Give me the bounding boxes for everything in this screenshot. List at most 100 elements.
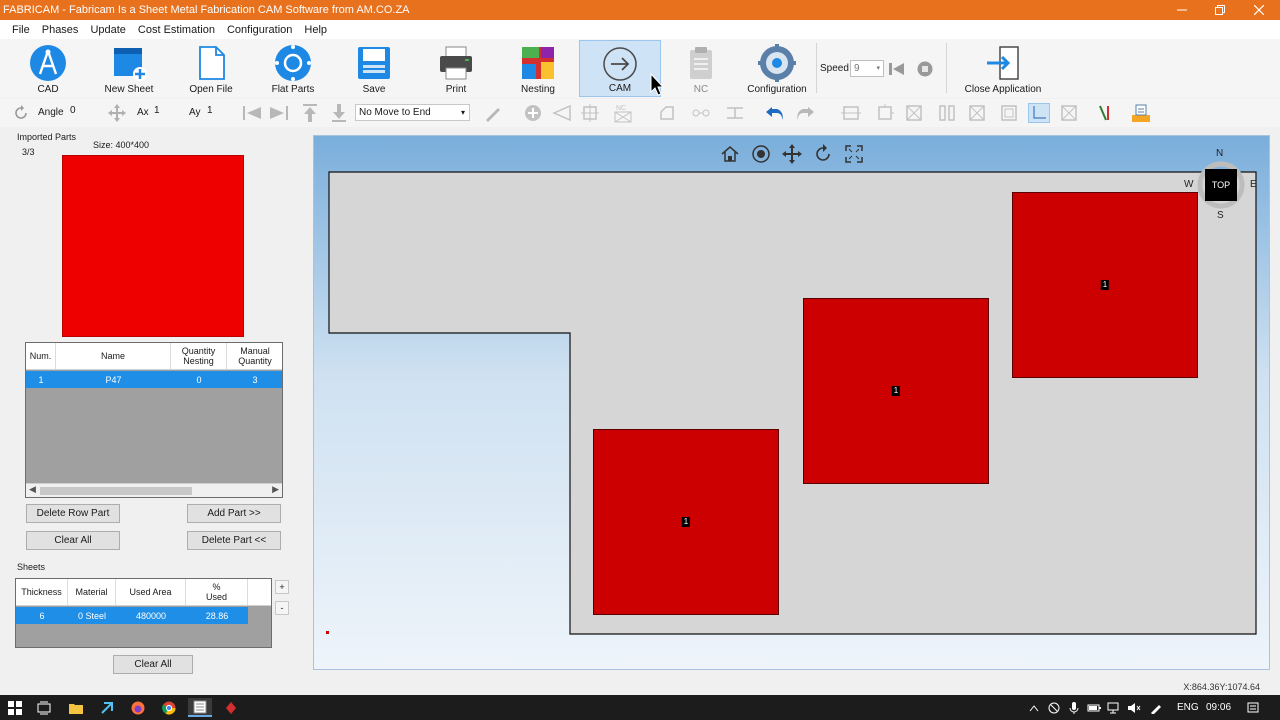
new-sheet-button[interactable]: New Sheet	[100, 40, 158, 97]
minimize-button[interactable]	[1163, 0, 1201, 20]
ax-input[interactable]: 1	[152, 105, 184, 120]
corner-cut-button[interactable]	[1028, 103, 1050, 123]
notifications-button[interactable]	[1242, 698, 1264, 717]
delete-part-button[interactable]: Delete Part <<	[187, 531, 281, 550]
lead-in-button[interactable]	[551, 103, 573, 123]
task-view-button[interactable]	[32, 698, 56, 717]
table-row[interactable]: 6 0 Steel 480000 28.86	[16, 607, 248, 624]
column-header[interactable]: Used Area	[116, 579, 186, 605]
column-header[interactable]: Thickness	[16, 579, 68, 605]
table-row[interactable]: 1 P47 0 3	[26, 371, 282, 388]
menu-update[interactable]: Update	[84, 24, 131, 36]
view-cube-top[interactable]: TOP	[1205, 169, 1237, 201]
tray-icon-4[interactable]	[1105, 698, 1123, 717]
angle-input[interactable]: 0	[68, 105, 100, 120]
move-up-button[interactable]	[299, 103, 321, 123]
start-button[interactable]	[3, 698, 27, 717]
micro-joint-button[interactable]	[724, 103, 746, 123]
tray-icon-1[interactable]	[1045, 698, 1063, 717]
delete-row-part-button[interactable]: Delete Row Part	[26, 504, 120, 523]
file-explorer-button[interactable]	[64, 698, 88, 717]
rewind-button[interactable]	[888, 60, 906, 77]
sheets-table-header: Thickness Material Used Area % Used	[16, 579, 271, 606]
corner-button[interactable]	[656, 103, 678, 123]
bridge-button[interactable]	[690, 103, 712, 123]
stop-button[interactable]	[916, 60, 934, 77]
column-header[interactable]: Manual Quantity	[227, 343, 283, 369]
column-header[interactable]: Quantity Nesting	[171, 343, 227, 369]
save-button[interactable]: Save	[352, 40, 396, 97]
configuration-button[interactable]: Configuration	[743, 40, 811, 97]
menu-phases[interactable]: Phases	[36, 24, 85, 36]
move-first-button[interactable]	[241, 103, 263, 123]
add-sheet-button[interactable]: +	[275, 580, 289, 594]
move-last-button[interactable]	[268, 103, 290, 123]
clock[interactable]: 09:06	[1206, 702, 1231, 713]
chevron-right-icon[interactable]: ▶	[272, 484, 279, 495]
nc-delete-button[interactable]: NC	[612, 103, 634, 123]
scrollbar-thumb[interactable]	[40, 487, 192, 495]
taskbar-app-button-2[interactable]	[219, 698, 243, 717]
menu-cost-estimation[interactable]: Cost Estimation	[132, 24, 221, 36]
column-header[interactable]: Material	[68, 579, 116, 605]
nesting-button[interactable]: Nesting	[514, 40, 562, 97]
vector-button[interactable]	[1094, 103, 1116, 123]
add-part-button[interactable]: Add Part >>	[187, 504, 281, 523]
cut-order-button[interactable]	[840, 103, 862, 123]
flat-parts-button[interactable]: Flat Parts	[266, 40, 320, 97]
tray-expand-button[interactable]	[1025, 698, 1043, 717]
speed-input[interactable]: 9 ▾	[850, 60, 884, 77]
report-button[interactable]	[1130, 103, 1152, 123]
column-header[interactable]: Num.	[26, 343, 56, 369]
nc-button[interactable]: NC	[684, 40, 718, 97]
frame-button[interactable]	[579, 103, 601, 123]
add-circle-button[interactable]	[522, 103, 544, 123]
pen-tray-button[interactable]	[1147, 698, 1165, 717]
drawing-canvas[interactable]: 1 1 1 N S W E TOP	[313, 135, 1270, 670]
horizontal-scrollbar[interactable]: ◀ ▶	[26, 483, 282, 497]
redo-button[interactable]	[794, 103, 816, 123]
menu-configuration[interactable]: Configuration	[221, 24, 298, 36]
move-button[interactable]	[106, 103, 128, 123]
volume-button[interactable]	[1125, 698, 1143, 717]
close-application-button[interactable]: Close Application	[960, 40, 1046, 97]
language-indicator[interactable]: ENG	[1177, 702, 1199, 713]
nested-part[interactable]: 1	[1012, 192, 1198, 378]
tray-icon-2[interactable]	[1065, 698, 1083, 717]
menu-file[interactable]: File	[0, 24, 36, 36]
cam-button[interactable]: CAM	[579, 40, 661, 97]
remove-cuts-button[interactable]	[903, 103, 925, 123]
cad-button[interactable]: CAD	[22, 40, 74, 97]
clear-all-sheets-button[interactable]: Clear All	[113, 655, 193, 674]
move-down-button[interactable]	[328, 103, 350, 123]
print-button[interactable]: Print	[434, 40, 478, 97]
nested-part[interactable]: 1	[593, 429, 779, 615]
column-header[interactable]: Name	[56, 343, 171, 369]
common-line-button[interactable]	[936, 103, 958, 123]
fabricam-taskbar-button[interactable]	[188, 698, 212, 717]
move-mode-select[interactable]: No Move to End ▾	[355, 104, 470, 121]
close-window-button[interactable]	[1240, 0, 1278, 20]
open-file-button[interactable]: Open File	[184, 40, 238, 97]
remove-common-button[interactable]	[966, 103, 988, 123]
chevron-left-icon[interactable]: ◀	[29, 484, 36, 495]
nested-part[interactable]: 1	[803, 298, 989, 484]
firefox-button[interactable]	[126, 698, 150, 717]
view-compass[interactable]: N S W E TOP	[1184, 148, 1257, 221]
remove-sheet-button[interactable]: -	[275, 601, 289, 615]
rotate-button[interactable]	[10, 103, 32, 123]
clear-all-parts-button[interactable]: Clear All	[26, 531, 120, 550]
imported-parts-label: Imported Parts	[17, 132, 77, 142]
delete-frame-button[interactable]	[1058, 103, 1080, 123]
reverse-button[interactable]	[874, 103, 896, 123]
chrome-button[interactable]	[157, 698, 181, 717]
taskbar-app-button[interactable]	[95, 698, 119, 717]
ay-input[interactable]: 1	[205, 105, 237, 120]
part-frame-button[interactable]	[998, 103, 1020, 123]
column-header[interactable]: % Used	[186, 579, 248, 605]
undo-button[interactable]	[764, 103, 786, 123]
tray-icon-3[interactable]	[1085, 698, 1103, 717]
maximize-button[interactable]	[1201, 0, 1239, 20]
pen-button[interactable]	[482, 103, 504, 123]
menu-help[interactable]: Help	[298, 24, 333, 36]
